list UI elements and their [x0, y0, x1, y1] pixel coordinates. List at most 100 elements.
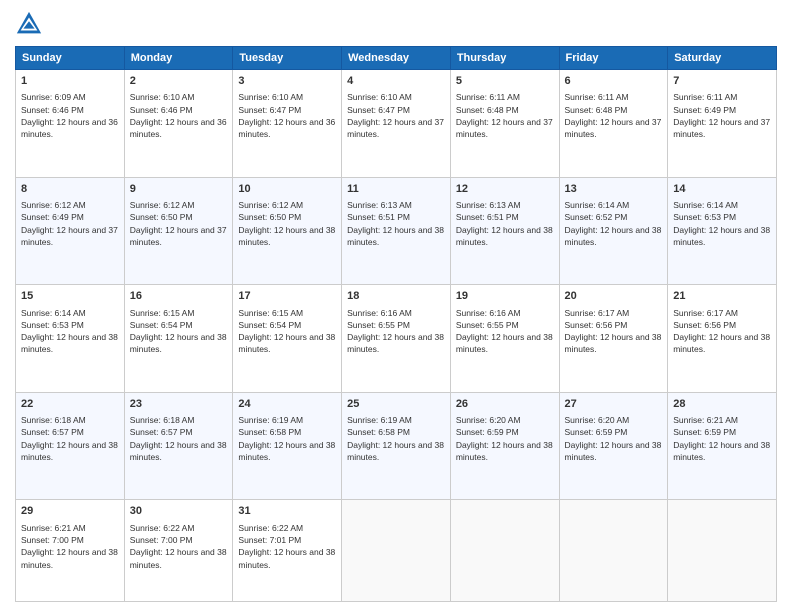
- day-number: 25: [347, 397, 445, 412]
- day-number: 23: [130, 397, 228, 412]
- day-info: Sunrise: 6:10 AMSunset: 6:46 PMDaylight:…: [130, 91, 228, 140]
- day-info: Sunrise: 6:11 AMSunset: 6:48 PMDaylight:…: [456, 91, 554, 140]
- day-info: Sunrise: 6:17 AMSunset: 6:56 PMDaylight:…: [673, 307, 771, 356]
- day-info: Sunrise: 6:17 AMSunset: 6:56 PMDaylight:…: [565, 307, 663, 356]
- day-number: 12: [456, 182, 554, 197]
- calendar-weekday-friday: Friday: [559, 47, 668, 70]
- day-info: Sunrise: 6:14 AMSunset: 6:53 PMDaylight:…: [21, 307, 119, 356]
- calendar-cell: 9 Sunrise: 6:12 AMSunset: 6:50 PMDaylight…: [124, 177, 233, 285]
- calendar-weekday-tuesday: Tuesday: [233, 47, 342, 70]
- day-number: 3: [238, 74, 336, 89]
- day-number: 9: [130, 182, 228, 197]
- day-info: Sunrise: 6:10 AMSunset: 6:47 PMDaylight:…: [347, 91, 445, 140]
- day-info: Sunrise: 6:21 AMSunset: 6:59 PMDaylight:…: [673, 414, 771, 463]
- day-info: Sunrise: 6:14 AMSunset: 6:52 PMDaylight:…: [565, 199, 663, 248]
- calendar-cell: 30 Sunrise: 6:22 AMSunset: 7:00 PMDayligh…: [124, 500, 233, 602]
- day-number: 2: [130, 74, 228, 89]
- day-number: 10: [238, 182, 336, 197]
- calendar-cell: 19Sunrise: 6:16 AMSunset: 6:55 PMDayligh…: [450, 285, 559, 393]
- calendar-cell: 7 Sunrise: 6:11 AMSunset: 6:49 PMDaylight…: [668, 70, 777, 178]
- calendar-cell: 6 Sunrise: 6:11 AMSunset: 6:48 PMDaylight…: [559, 70, 668, 178]
- day-number: 7: [673, 74, 771, 89]
- calendar-cell: 28 Sunrise: 6:21 AMSunset: 6:59 PMDayligh…: [668, 392, 777, 500]
- day-number: 1: [21, 74, 119, 89]
- day-info: Sunrise: 6:19 AMSunset: 6:58 PMDaylight:…: [238, 414, 336, 463]
- calendar-weekday-monday: Monday: [124, 47, 233, 70]
- day-number: 6: [565, 74, 663, 89]
- calendar-cell: 13 Sunrise: 6:14 AMSunset: 6:52 PMDayligh…: [559, 177, 668, 285]
- day-number: 27: [565, 397, 663, 412]
- calendar-cell: 27 Sunrise: 6:20 AMSunset: 6:59 PMDayligh…: [559, 392, 668, 500]
- header: [15, 10, 777, 38]
- calendar-cell: 8 Sunrise: 6:12 AMSunset: 6:49 PMDaylight…: [16, 177, 125, 285]
- day-number: 26: [456, 397, 554, 412]
- calendar-cell: 15 Sunrise: 6:14 AMSunset: 6:53 PMDayligh…: [16, 285, 125, 393]
- day-number: 22: [21, 397, 119, 412]
- calendar-week-row: 22 Sunrise: 6:18 AMSunset: 6:57 PMDayligh…: [16, 392, 777, 500]
- day-info: Sunrise: 6:21 AMSunset: 7:00 PMDaylight:…: [21, 522, 119, 571]
- day-info: Sunrise: 6:12 AMSunset: 6:50 PMDaylight:…: [238, 199, 336, 248]
- calendar-cell: 20 Sunrise: 6:17 AMSunset: 6:56 PMDayligh…: [559, 285, 668, 393]
- day-number: 11: [347, 182, 445, 197]
- day-info: Sunrise: 6:18 AMSunset: 6:57 PMDaylight:…: [130, 414, 228, 463]
- day-number: 8: [21, 182, 119, 197]
- day-info: Sunrise: 6:22 AMSunset: 7:01 PMDaylight:…: [238, 522, 336, 571]
- calendar-cell: 4Sunrise: 6:10 AMSunset: 6:47 PMDaylight…: [342, 70, 451, 178]
- day-info: Sunrise: 6:09 AMSunset: 6:46 PMDaylight:…: [21, 91, 119, 140]
- day-number: 20: [565, 289, 663, 304]
- day-info: Sunrise: 6:11 AMSunset: 6:49 PMDaylight:…: [673, 91, 771, 140]
- day-info: Sunrise: 6:12 AMSunset: 6:50 PMDaylight:…: [130, 199, 228, 248]
- day-info: Sunrise: 6:15 AMSunset: 6:54 PMDaylight:…: [238, 307, 336, 356]
- calendar-week-row: 15 Sunrise: 6:14 AMSunset: 6:53 PMDayligh…: [16, 285, 777, 393]
- day-info: Sunrise: 6:13 AMSunset: 6:51 PMDaylight:…: [456, 199, 554, 248]
- day-number: 18: [347, 289, 445, 304]
- day-number: 28: [673, 397, 771, 412]
- calendar-cell: 26Sunrise: 6:20 AMSunset: 6:59 PMDayligh…: [450, 392, 559, 500]
- day-info: Sunrise: 6:11 AMSunset: 6:48 PMDaylight:…: [565, 91, 663, 140]
- day-number: 24: [238, 397, 336, 412]
- day-number: 5: [456, 74, 554, 89]
- day-number: 13: [565, 182, 663, 197]
- calendar-cell: 12 Sunrise: 6:13 AMSunset: 6:51 PMDayligh…: [450, 177, 559, 285]
- day-number: 16: [130, 289, 228, 304]
- calendar-cell: 22 Sunrise: 6:18 AMSunset: 6:57 PMDayligh…: [16, 392, 125, 500]
- calendar-cell: 24 Sunrise: 6:19 AMSunset: 6:58 PMDayligh…: [233, 392, 342, 500]
- day-info: Sunrise: 6:19 AMSunset: 6:58 PMDaylight:…: [347, 414, 445, 463]
- day-number: 15: [21, 289, 119, 304]
- calendar-cell: [450, 500, 559, 602]
- day-number: 29: [21, 504, 119, 519]
- page: SundayMondayTuesdayWednesdayThursdayFrid…: [0, 0, 792, 612]
- calendar-cell: 14Sunrise: 6:14 AMSunset: 6:53 PMDayligh…: [668, 177, 777, 285]
- calendar-cell: 31 Sunrise: 6:22 AMSunset: 7:01 PMDayligh…: [233, 500, 342, 602]
- calendar-cell: 16Sunrise: 6:15 AMSunset: 6:54 PMDayligh…: [124, 285, 233, 393]
- day-number: 17: [238, 289, 336, 304]
- day-info: Sunrise: 6:18 AMSunset: 6:57 PMDaylight:…: [21, 414, 119, 463]
- calendar-cell: 10 Sunrise: 6:12 AMSunset: 6:50 PMDayligh…: [233, 177, 342, 285]
- day-number: 31: [238, 504, 336, 519]
- calendar-cell: 5 Sunrise: 6:11 AMSunset: 6:48 PMDaylight…: [450, 70, 559, 178]
- day-info: Sunrise: 6:20 AMSunset: 6:59 PMDaylight:…: [565, 414, 663, 463]
- calendar-week-row: 8 Sunrise: 6:12 AMSunset: 6:49 PMDaylight…: [16, 177, 777, 285]
- calendar-week-row: 1 Sunrise: 6:09 AMSunset: 6:46 PMDaylight…: [16, 70, 777, 178]
- calendar-cell: 18Sunrise: 6:16 AMSunset: 6:55 PMDayligh…: [342, 285, 451, 393]
- calendar-cell: 3 Sunrise: 6:10 AMSunset: 6:47 PMDaylight…: [233, 70, 342, 178]
- calendar-cell: 1 Sunrise: 6:09 AMSunset: 6:46 PMDaylight…: [16, 70, 125, 178]
- day-number: 30: [130, 504, 228, 519]
- day-info: Sunrise: 6:12 AMSunset: 6:49 PMDaylight:…: [21, 199, 119, 248]
- calendar-cell: 2 Sunrise: 6:10 AMSunset: 6:46 PMDaylight…: [124, 70, 233, 178]
- calendar-week-row: 29 Sunrise: 6:21 AMSunset: 7:00 PMDayligh…: [16, 500, 777, 602]
- day-number: 21: [673, 289, 771, 304]
- calendar-weekday-thursday: Thursday: [450, 47, 559, 70]
- calendar-table: SundayMondayTuesdayWednesdayThursdayFrid…: [15, 46, 777, 602]
- calendar-cell: 29 Sunrise: 6:21 AMSunset: 7:00 PMDayligh…: [16, 500, 125, 602]
- calendar-cell: [342, 500, 451, 602]
- day-number: 19: [456, 289, 554, 304]
- calendar-cell: 25 Sunrise: 6:19 AMSunset: 6:58 PMDayligh…: [342, 392, 451, 500]
- day-info: Sunrise: 6:10 AMSunset: 6:47 PMDaylight:…: [238, 91, 336, 140]
- calendar-weekday-sunday: Sunday: [16, 47, 125, 70]
- calendar-cell: 17 Sunrise: 6:15 AMSunset: 6:54 PMDayligh…: [233, 285, 342, 393]
- calendar-header-row: SundayMondayTuesdayWednesdayThursdayFrid…: [16, 47, 777, 70]
- calendar-weekday-saturday: Saturday: [668, 47, 777, 70]
- logo: [15, 10, 47, 38]
- day-info: Sunrise: 6:22 AMSunset: 7:00 PMDaylight:…: [130, 522, 228, 571]
